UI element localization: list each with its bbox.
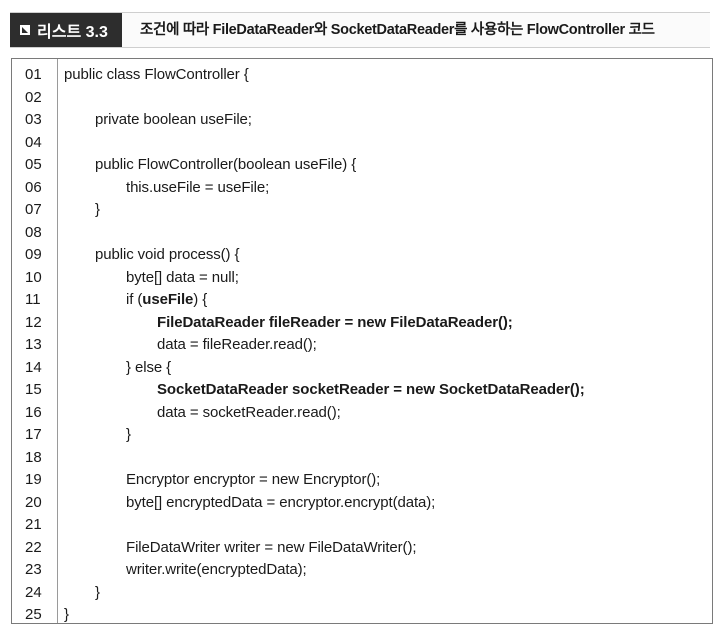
code-token: public class FlowController { <box>64 66 249 83</box>
line-number: 20 <box>25 493 42 511</box>
code-token: } else { <box>126 358 172 376</box>
code-line: 19 Encryptor encryptor = new Encryptor(); <box>12 469 712 492</box>
code-text: } <box>126 424 131 447</box>
code-token: if ( <box>126 291 143 308</box>
line-number: 09 <box>25 246 42 263</box>
code-token: byte[] encryptedData = encryptor.encrypt… <box>126 493 436 511</box>
code-line: 20 byte[] encryptedData = encryptor.encry… <box>12 492 712 515</box>
code-token: } <box>126 426 131 443</box>
code-token: this.useFile = useFile; <box>126 178 270 196</box>
code-token: data = socketReader.read(); <box>157 403 341 421</box>
code-text: } <box>95 582 100 605</box>
code-text: byte[] data = null; <box>126 267 239 290</box>
line-number: 11 <box>25 291 41 308</box>
listing-label-box: 리스트 3.3 <box>10 13 122 47</box>
line-number: 01 <box>25 66 42 83</box>
code-token: byte[] data = null; <box>126 268 239 286</box>
code-line: 12 FileDataReader fileReader = new FileDa… <box>12 312 712 335</box>
code-text: FileDataWriter writer = new FileDataWrit… <box>126 537 417 560</box>
line-number: 12 <box>25 313 42 331</box>
line-number: 25 <box>25 606 42 623</box>
code-line: 23 writer.write(encryptedData); <box>12 559 712 582</box>
code-line: 06 this.useFile = useFile; <box>12 177 712 200</box>
line-number: 19 <box>25 471 42 488</box>
line-number: 02 <box>25 88 42 106</box>
line-number: 18 <box>25 448 42 466</box>
line-number: 05 <box>25 156 42 173</box>
code-line: 21 <box>12 514 712 537</box>
code-line: 24} <box>12 582 712 605</box>
code-line: 04 <box>12 132 712 155</box>
code-line: 16 data = socketReader.read(); <box>12 402 712 425</box>
code-text: public void process() { <box>95 244 240 267</box>
line-number: 21 <box>25 516 42 533</box>
code-text: byte[] encryptedData = encryptor.encrypt… <box>126 492 435 515</box>
code-token-bold: useFile <box>142 291 194 308</box>
line-number: 17 <box>25 426 42 443</box>
code-text: public class FlowController { <box>64 64 249 87</box>
line-number: 07 <box>25 201 42 218</box>
code-token: FileDataWriter writer = new FileDataWrit… <box>126 538 417 556</box>
code-text: writer.write(encryptedData); <box>126 559 307 582</box>
code-line: 25} <box>12 604 712 627</box>
code-line: 07} <box>12 199 712 222</box>
code-line: 13 data = fileReader.read(); <box>12 334 712 357</box>
code-listing: 01 public class FlowController { 02 03 priva… <box>11 58 713 624</box>
code-text: if (useFile) { <box>126 289 207 312</box>
line-number: 03 <box>25 111 42 128</box>
code-text: public FlowController(boolean useFile) { <box>95 154 356 177</box>
line-number: 08 <box>25 223 42 241</box>
line-number: 24 <box>25 583 42 601</box>
code-text: FileDataReader fileReader = new FileData… <box>157 312 513 335</box>
code-line: 22 FileDataWriter writer = new FileDataWr… <box>12 537 712 560</box>
listing-header: 리스트 3.3 조건에 따라 FileDataReader와 SocketDat… <box>10 12 710 48</box>
line-number: 04 <box>25 133 42 151</box>
code-line: 01 public class FlowController { <box>12 64 712 87</box>
line-number: 14 <box>25 358 42 376</box>
line-number: 16 <box>25 403 42 421</box>
code-token: public FlowController(boolean useFile) { <box>95 156 357 173</box>
code-token: public void process() { <box>95 246 240 263</box>
code-line: 11 if (useFile) { <box>12 289 712 312</box>
code-line: 09 public void process() { <box>12 244 712 267</box>
code-token-bold: SocketDataReader socketReader = new Sock… <box>157 381 585 398</box>
code-line: 15 SocketDataReader socketReader = new So… <box>12 379 712 402</box>
code-line: 17} <box>12 424 712 447</box>
code-token: } <box>64 606 69 623</box>
code-line: 18 <box>12 447 712 470</box>
code-token-bold: FileDataReader fileReader = new FileData… <box>157 313 513 331</box>
code-text: } else { <box>126 357 171 380</box>
line-number: 15 <box>25 381 42 398</box>
listing-label: 리스트 3.3 <box>37 24 108 41</box>
corner-square-icon <box>20 25 30 35</box>
line-number: 22 <box>25 538 42 556</box>
code-text: Encryptor encryptor = new Encryptor(); <box>126 469 380 492</box>
listing-caption: 조건에 따라 FileDataReader와 SocketDataReader를… <box>140 22 655 38</box>
code-text: data = socketReader.read(); <box>157 402 341 425</box>
code-text: SocketDataReader socketReader = new Sock… <box>157 379 585 402</box>
code-text: this.useFile = useFile; <box>126 177 269 200</box>
code-text: data = fileReader.read(); <box>157 334 317 357</box>
code-token: private boolean useFile; <box>95 111 252 128</box>
code-token: writer.write(encryptedData); <box>126 561 307 578</box>
code-line: 14 } else { <box>12 357 712 380</box>
line-number: 13 <box>25 336 42 353</box>
code-line: 03 private boolean useFile; <box>12 109 712 132</box>
code-token: ) { <box>193 291 208 308</box>
code-line: 02 <box>12 87 712 110</box>
code-line: 05 public FlowController(boolean useFile)… <box>12 154 712 177</box>
code-token: Encryptor encryptor = new Encryptor(); <box>126 471 381 488</box>
code-token: } <box>95 583 100 601</box>
code-token: } <box>95 201 100 218</box>
line-number: 23 <box>25 561 42 578</box>
code-text: } <box>95 199 100 222</box>
line-number: 10 <box>25 268 42 286</box>
code-line: 10 byte[] data = null; <box>12 267 712 290</box>
code-line: 08 <box>12 222 712 245</box>
code-token: data = fileReader.read(); <box>157 336 317 353</box>
code-text: } <box>64 604 69 627</box>
line-number: 06 <box>25 178 42 196</box>
code-text: private boolean useFile; <box>95 109 252 132</box>
